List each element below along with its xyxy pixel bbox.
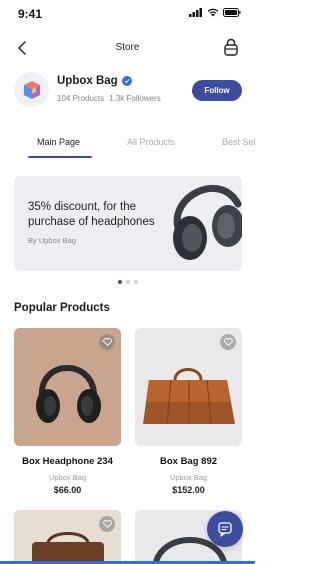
follower-count: 1.3k Followers bbox=[109, 94, 161, 103]
nav-bar: Store bbox=[0, 34, 255, 62]
tab-main-page[interactable]: Main Page bbox=[37, 137, 80, 147]
section-title: Popular Products bbox=[14, 302, 110, 314]
carousel-dot-1[interactable] bbox=[117, 280, 122, 284]
promo-banner[interactable]: 35% discount, for the purchase of headph… bbox=[14, 176, 242, 271]
carousel-dot-2[interactable] bbox=[125, 280, 130, 284]
heart-icon bbox=[102, 338, 112, 346]
signal-icon bbox=[189, 8, 202, 17]
headphones-banner-image bbox=[160, 176, 242, 271]
tab-best-sellers[interactable]: Best Sel bbox=[222, 137, 256, 147]
store-tabs: Main Page All Products Best Sel bbox=[0, 130, 256, 158]
store-avatar bbox=[14, 72, 49, 107]
product-name: Box Bag 892 bbox=[159, 456, 218, 467]
store-header: Upbox Bag 104 Products 1.3k Followers Fo… bbox=[14, 72, 242, 108]
tab-all-products[interactable]: All Products bbox=[127, 137, 175, 147]
heart-icon bbox=[102, 520, 112, 528]
store-name-text: Upbox Bag bbox=[57, 75, 118, 87]
banner-subtitle: By Upbox Bag bbox=[28, 236, 76, 245]
chat-icon bbox=[218, 522, 232, 537]
heart-icon bbox=[223, 338, 233, 346]
carousel-dot-3[interactable] bbox=[133, 280, 138, 284]
product-store: Upbox Bag bbox=[169, 473, 208, 482]
verified-badge-icon bbox=[121, 76, 132, 86]
chat-button[interactable] bbox=[207, 511, 243, 547]
product-image bbox=[14, 328, 121, 446]
banner-title: 35% discount, for the purchase of headph… bbox=[28, 201, 155, 228]
product-count: 104 Products bbox=[57, 94, 105, 103]
status-icons bbox=[189, 8, 241, 17]
cart-button[interactable] bbox=[221, 37, 241, 57]
follow-button[interactable]: Follow bbox=[192, 80, 242, 101]
status-time: 9:41 bbox=[18, 7, 43, 21]
product-store: Upbox Bag bbox=[48, 473, 87, 482]
active-tab-indicator bbox=[28, 156, 92, 158]
product-image bbox=[135, 328, 242, 446]
shopping-bag-icon bbox=[224, 38, 238, 56]
carousel-dots bbox=[0, 280, 255, 284]
page-title: Store bbox=[115, 42, 140, 53]
store-name: Upbox Bag bbox=[57, 75, 132, 87]
store-logo-icon bbox=[23, 80, 40, 99]
status-bar: 9:41 bbox=[0, 0, 255, 28]
store-meta: 104 Products 1.3k Followers bbox=[57, 94, 161, 103]
favorite-button[interactable] bbox=[99, 334, 115, 350]
wifi-icon bbox=[207, 8, 219, 17]
product-card[interactable]: Box Headphone 234 Upbox Bag $66.00 bbox=[14, 328, 121, 498]
favorite-button[interactable] bbox=[220, 334, 236, 350]
product-name: Box Headphone 234 bbox=[22, 456, 113, 467]
battery-icon bbox=[223, 8, 241, 17]
product-price: $66.00 bbox=[53, 485, 82, 495]
product-price: $152.00 bbox=[172, 485, 205, 495]
product-card[interactable]: Box Bag 892 Upbox Bag $152.00 bbox=[135, 328, 242, 498]
favorite-button[interactable] bbox=[99, 516, 115, 532]
product-card[interactable] bbox=[14, 510, 121, 564]
